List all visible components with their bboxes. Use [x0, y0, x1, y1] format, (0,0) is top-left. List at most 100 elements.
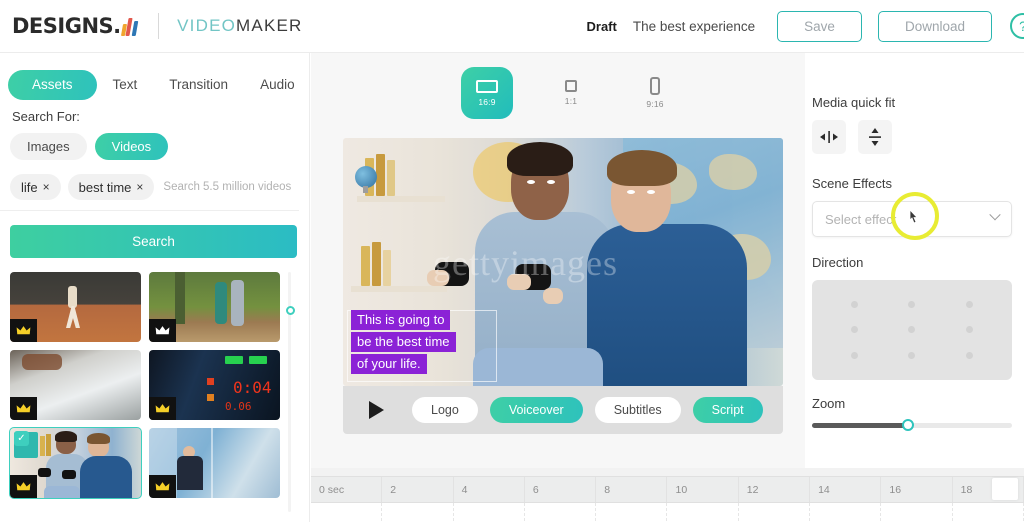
search-tag-life[interactable]: life × [10, 174, 61, 200]
logo-text: DESIGNS. [12, 14, 121, 38]
timeline-top-strip [311, 468, 1024, 476]
left-panel: Assets Text Transition Audio Search For:… [0, 53, 310, 522]
panel-tabs: Assets Text Transition Audio [0, 53, 309, 105]
timeline-tick [596, 503, 668, 521]
aspect-ratio-9-16[interactable]: 9:16 [629, 67, 681, 119]
search-tag-label: best time [78, 179, 132, 195]
timeline-mark: 4 [454, 477, 525, 502]
watermark-text: gettyimages [433, 243, 618, 283]
subtitle-line: of your life. [351, 354, 427, 374]
direction-dot-bottom-left[interactable] [851, 351, 859, 359]
timeline-track-area[interactable] [311, 503, 1024, 521]
asset-scrollbar-thumb[interactable] [286, 306, 295, 315]
timeline-mark: 0 sec [311, 477, 383, 502]
aspect-ratio-16-9[interactable]: 16:9 [461, 67, 513, 119]
asset-results: 0:04 0.06 ✓ [0, 272, 309, 522]
thumbnail-tennis-player[interactable] [10, 272, 141, 342]
premium-crown-icon [149, 319, 176, 342]
direction-dot-bottom-center[interactable] [908, 351, 916, 359]
timeline-tick [382, 503, 454, 521]
timeline-tick [810, 503, 882, 521]
search-tag-best-time[interactable]: best time × [67, 174, 155, 200]
media-type-toggle: Images Videos [0, 124, 309, 160]
aspect-ratio-label: 9:16 [646, 99, 664, 109]
voiceover-toggle-button[interactable]: Voiceover [489, 397, 583, 423]
zoom-slider-handle[interactable] [902, 419, 914, 431]
media-type-videos[interactable]: Videos [94, 133, 169, 160]
timeline-tick [739, 503, 811, 521]
scene-effects-select[interactable]: Select effect [812, 201, 1012, 237]
media-type-images[interactable]: Images [10, 133, 87, 160]
direction-dot-center[interactable] [908, 326, 916, 334]
fit-horizontal-icon[interactable] [812, 120, 846, 154]
thumbnail-snow-ground[interactable] [10, 350, 141, 420]
zoom-label: Zoom [812, 396, 846, 411]
selected-check-icon: ✓ [14, 431, 29, 446]
direction-dot-top-left[interactable] [851, 301, 859, 309]
download-button[interactable]: Download [877, 10, 992, 42]
video-preview-canvas[interactable]: gettyimages This is going to be the best… [343, 138, 783, 386]
timeline-mark: 12 [739, 477, 811, 502]
script-toggle-button[interactable]: Script [692, 397, 763, 423]
project-title[interactable]: The best experience [633, 19, 755, 34]
tab-text[interactable]: Text [97, 70, 154, 100]
thumbnail-led-scoreboard[interactable]: 0:04 0.06 [149, 350, 280, 420]
scene-effects-placeholder: Select effect [825, 211, 897, 227]
tab-assets[interactable]: Assets [8, 69, 97, 100]
timeline: 0 sec 2 4 6 8 10 12 14 16 18 [311, 468, 1024, 522]
rect-square-icon [565, 80, 577, 92]
direction-dot-bottom-right[interactable] [965, 351, 973, 359]
preview-control-bar: Logo Voiceover Subtitles Script [343, 386, 783, 434]
help-circle-icon[interactable]: ? [1010, 13, 1024, 39]
properties-panel: Media quick fit Scene Effects Select eff… [805, 53, 1024, 468]
subtitle-line: be the best time [351, 332, 456, 352]
thumbnail-man-glass-building[interactable] [149, 428, 280, 498]
scene-effects-label: Scene Effects [812, 176, 892, 191]
logo-toggle-button[interactable]: Logo [412, 397, 478, 423]
app-header: DESIGNS. VIDEOMAKER Draft The best exper… [0, 0, 1024, 53]
media-quick-fit-controls [812, 120, 1012, 154]
fit-vertical-icon[interactable] [858, 120, 892, 154]
tab-audio[interactable]: Audio [244, 70, 309, 100]
timeline-mark: 6 [525, 477, 597, 502]
direction-dot-top-right[interactable] [965, 301, 973, 309]
timeline-tick [525, 503, 597, 521]
globe-decor [355, 166, 377, 188]
search-input-placeholder[interactable]: Search 5.5 million videos [161, 181, 291, 193]
product-name-prefix: VIDEO [177, 16, 237, 35]
subtitle-overlay[interactable]: This is going to be the best time of you… [351, 310, 456, 376]
subtitles-toggle-button[interactable]: Subtitles [594, 397, 681, 423]
aspect-ratio-selector: 16:9 1:1 9:16 [311, 53, 805, 119]
timeline-tick [454, 503, 525, 521]
timeline-mark: 14 [810, 477, 882, 502]
rect-portrait-icon [650, 77, 660, 95]
aspect-ratio-1-1[interactable]: 1:1 [545, 67, 597, 119]
close-icon[interactable]: × [43, 180, 50, 194]
direction-dot-middle-left[interactable] [851, 326, 859, 334]
thumbnail-boys-gaming[interactable]: ✓ [9, 427, 142, 499]
logo-divider [158, 13, 160, 39]
close-icon[interactable]: × [136, 180, 143, 194]
premium-crown-icon [149, 475, 176, 498]
brand-logo[interactable]: DESIGNS. VIDEOMAKER [0, 13, 303, 39]
direction-dot-middle-right[interactable] [965, 326, 973, 334]
rect-landscape-icon [476, 79, 498, 93]
play-icon[interactable] [369, 401, 384, 419]
search-for-label: Search For: [12, 109, 80, 124]
timeline-tick [881, 503, 953, 521]
search-button[interactable]: Search [10, 225, 297, 258]
thumbnail-elderly-couple-park[interactable] [149, 272, 280, 342]
premium-crown-icon [10, 319, 37, 342]
search-input-row[interactable]: life × best time × Search 5.5 million vi… [0, 160, 299, 211]
preview-area: 16:9 1:1 9:16 gettyimages This is going … [311, 53, 805, 468]
direction-grid [812, 280, 1012, 380]
timeline-ruler[interactable]: 0 sec 2 4 6 8 10 12 14 16 18 [311, 476, 1024, 503]
direction-dot-top-center[interactable] [908, 301, 916, 309]
zoom-slider-track[interactable] [812, 419, 1012, 431]
save-button[interactable]: Save [777, 10, 862, 42]
tab-transition[interactable]: Transition [153, 70, 244, 100]
timeline-mark: 2 [382, 477, 454, 502]
product-name: VIDEOMAKER [177, 16, 302, 36]
timeline-end-marker[interactable] [992, 478, 1018, 500]
direction-label: Direction [812, 255, 864, 270]
